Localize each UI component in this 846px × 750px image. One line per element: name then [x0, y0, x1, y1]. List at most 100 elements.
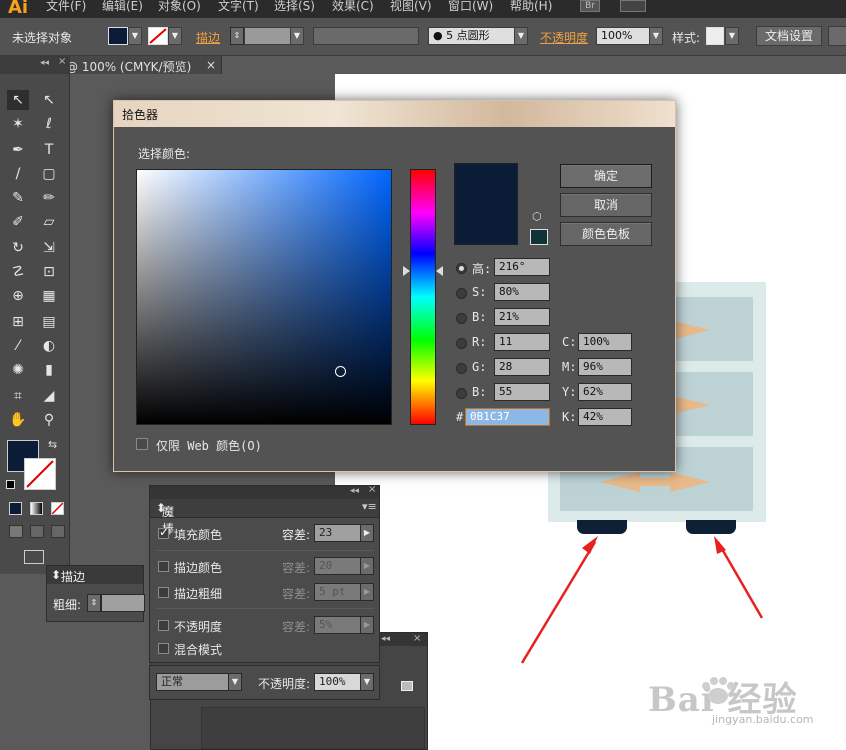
blend-mode-select[interactable]: 正常: [156, 673, 230, 691]
opacity-tolerance-arrow-icon[interactable]: ▶: [360, 616, 374, 634]
stroke-link[interactable]: 描边: [196, 29, 220, 46]
blend-tool-icon[interactable]: ◐: [38, 336, 60, 356]
saturation-brightness-field[interactable]: [136, 169, 392, 425]
hue-slider[interactable]: [410, 169, 436, 425]
workspace-switcher-icon[interactable]: [620, 0, 646, 12]
symbol-sprayer-tool-icon[interactable]: ✺: [7, 360, 29, 380]
stroke-weight-stepper-panel[interactable]: ⇕: [87, 594, 101, 612]
cyan-input[interactable]: 100%: [578, 333, 632, 351]
close-icon[interactable]: ×: [206, 58, 216, 72]
style-dropdown-icon[interactable]: ▼: [725, 27, 739, 45]
menu-view[interactable]: 视图(V): [390, 0, 432, 12]
blue-input[interactable]: 55: [494, 383, 550, 401]
blob-brush-tool-icon[interactable]: ✐: [7, 212, 29, 232]
document-setup-button[interactable]: 文档设置: [756, 26, 822, 46]
menu-help[interactable]: 帮助(H): [510, 0, 552, 12]
web-colors-only-checkbox[interactable]: [136, 438, 148, 450]
fill-tolerance-arrow-icon[interactable]: ▶: [360, 524, 374, 542]
rectangle-tool-icon[interactable]: ▢: [38, 164, 60, 184]
swap-colors-icon[interactable]: ⇆: [48, 438, 57, 451]
brush-dropdown-icon[interactable]: ▼: [514, 27, 528, 45]
none-mode-icon[interactable]: [51, 502, 64, 515]
stroke-color-tolerance-input[interactable]: 20: [314, 557, 362, 575]
bridge-button[interactable]: Br: [580, 0, 600, 12]
hue-slider-right-handle-icon[interactable]: [436, 266, 443, 276]
stroke-weight-tolerance-input[interactable]: 5 pt: [314, 583, 362, 601]
pencil-tool-icon[interactable]: ✏: [38, 188, 60, 208]
hue-slider-left-handle-icon[interactable]: [403, 266, 410, 276]
brush-definition-field[interactable]: ● 5 点圆形: [428, 27, 516, 45]
stroke-weight-dropdown-icon[interactable]: ▼: [290, 27, 304, 45]
stroke-weight-input[interactable]: [101, 594, 145, 612]
lasso-tool-icon[interactable]: ℓ: [38, 114, 60, 134]
web-safe-color-swatch[interactable]: [530, 229, 548, 245]
artboard-tool-icon[interactable]: ⌗: [7, 386, 29, 406]
green-radio[interactable]: [456, 363, 467, 374]
stroke-color-tolerance-arrow-icon[interactable]: ▶: [360, 557, 374, 575]
pen-tool-icon[interactable]: ✒: [7, 140, 29, 160]
saturation-radio[interactable]: [456, 288, 467, 299]
stroke-color-checkbox[interactable]: [158, 561, 169, 572]
more-options-button[interactable]: [828, 26, 846, 46]
image-icon[interactable]: [401, 681, 413, 691]
slice-tool-icon[interactable]: ◢: [38, 386, 60, 406]
out-of-web-gamut-icon[interactable]: ⬡: [532, 210, 544, 223]
direct-selection-tool-icon[interactable]: ↖: [38, 90, 60, 110]
warp-tool-icon[interactable]: ☡: [7, 262, 29, 282]
selection-tool-icon[interactable]: ↖: [7, 90, 29, 110]
color-swatches-button[interactable]: 颜色色板: [560, 222, 652, 246]
menu-file[interactable]: 文件(F): [46, 0, 86, 12]
magic-wand-tool-icon[interactable]: ✶: [7, 114, 29, 134]
brightness-radio[interactable]: [456, 313, 467, 324]
style-swatch[interactable]: [706, 27, 724, 45]
type-tool-icon[interactable]: T: [38, 140, 60, 160]
hex-input[interactable]: 0B1C37: [465, 408, 550, 426]
gradient-tool-icon[interactable]: ▤: [38, 312, 60, 332]
fill-color-checkbox[interactable]: [158, 525, 169, 539]
paintbrush-tool-icon[interactable]: ✎: [7, 188, 29, 208]
zoom-tool-icon[interactable]: ⚲: [38, 410, 60, 430]
red-input[interactable]: 11: [494, 333, 550, 351]
opacity-field[interactable]: 100%: [596, 27, 650, 45]
draw-behind-icon[interactable]: [30, 525, 44, 538]
stroke-weight-checkbox[interactable]: [158, 587, 169, 598]
black-input[interactable]: 42%: [578, 408, 632, 426]
menu-edit[interactable]: 编辑(E): [102, 0, 143, 12]
stroke-swatch[interactable]: [148, 27, 168, 45]
stroke-weight-tolerance-arrow-icon[interactable]: ▶: [360, 583, 374, 601]
stroke-weight-stepper[interactable]: ⇕: [230, 27, 244, 45]
scale-tool-icon[interactable]: ⇲: [38, 238, 60, 258]
fill-dropdown-icon[interactable]: ▼: [128, 27, 142, 45]
perspective-grid-tool-icon[interactable]: ▦: [38, 286, 60, 306]
ok-button[interactable]: 确定: [560, 164, 652, 188]
screen-mode-icon[interactable]: [24, 550, 44, 564]
opacity-tolerance-input[interactable]: 5%: [314, 616, 362, 634]
hand-tool-icon[interactable]: ✋: [7, 410, 29, 430]
magenta-input[interactable]: 96%: [578, 358, 632, 376]
red-radio[interactable]: [456, 338, 467, 349]
opacity-dropdown-icon[interactable]: ▼: [649, 27, 663, 45]
transparency-opacity-dropdown-icon[interactable]: ▼: [360, 673, 374, 691]
stroke-dropdown-icon[interactable]: ▼: [168, 27, 182, 45]
magic-wand-tab[interactable]: ⬍ 魔棒 ▾≡: [150, 499, 379, 536]
hue-input[interactable]: 216°: [494, 258, 550, 276]
hue-radio[interactable]: [456, 263, 467, 274]
cancel-button[interactable]: 取消: [560, 193, 652, 217]
opacity-checkbox[interactable]: [158, 620, 169, 631]
default-colors-icon[interactable]: [6, 480, 15, 489]
yellow-input[interactable]: 62%: [578, 383, 632, 401]
menu-effect[interactable]: 效果(C): [332, 0, 374, 12]
eyedropper-tool-icon[interactable]: ⁄: [7, 336, 29, 356]
transparency-opacity-input[interactable]: 100%: [314, 673, 362, 691]
draw-inside-icon[interactable]: [51, 525, 65, 538]
panel-menu-icon[interactable]: ▾≡: [362, 500, 377, 513]
menu-window[interactable]: 窗口(W): [448, 0, 493, 12]
blue-radio[interactable]: [456, 388, 467, 399]
stroke-panel-tab[interactable]: ⬍ 描边: [47, 566, 143, 584]
fill-tolerance-input[interactable]: 23: [314, 524, 362, 542]
color-mode-icon[interactable]: [9, 502, 22, 515]
variable-width-field[interactable]: [313, 27, 419, 45]
menu-object[interactable]: 对象(O): [158, 0, 201, 12]
graph-tool-icon[interactable]: ▮: [38, 360, 60, 380]
color-picker-title[interactable]: 拾色器: [114, 101, 675, 127]
